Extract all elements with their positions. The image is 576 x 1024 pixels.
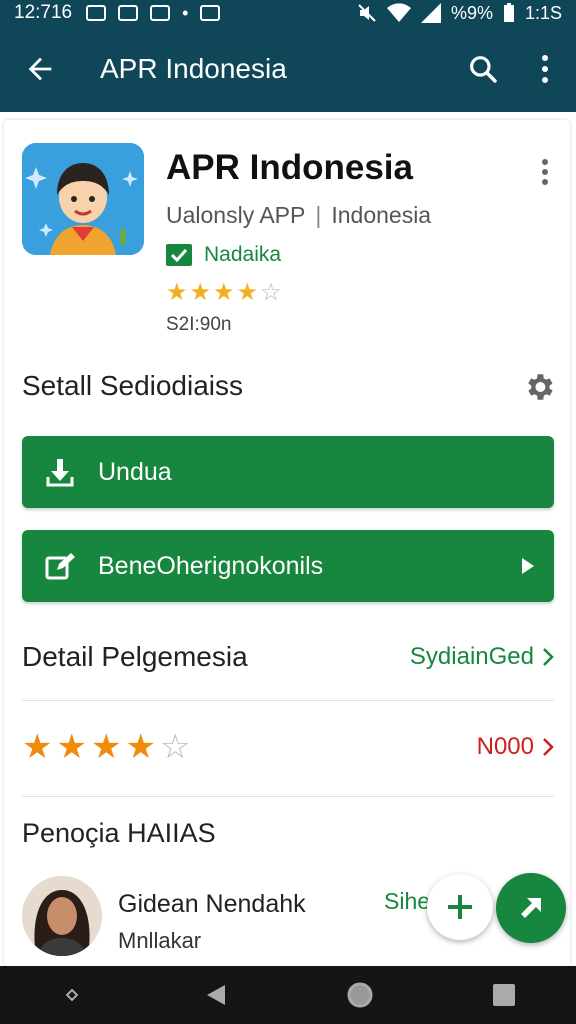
navigation-bar (0, 966, 576, 1024)
more-vert-icon (542, 159, 548, 185)
detail-label: Detail Pelgemesia (22, 641, 248, 672)
mute-icon (358, 4, 376, 22)
more-vert-icon (542, 55, 548, 83)
secondary-action-button[interactable]: BeneOherignokonils (22, 530, 554, 602)
edit-icon (22, 552, 98, 580)
star-icon: ★ (236, 279, 259, 306)
app-category[interactable]: Indonesia (331, 202, 431, 228)
wifi-icon (386, 3, 411, 23)
star-icon: ★ (189, 279, 212, 306)
star-outline-icon: ☆ (260, 279, 282, 306)
add-button[interactable] (427, 874, 493, 940)
arrow-up-right-icon (521, 898, 541, 918)
app-bar-title: APR Indonesia (100, 53, 287, 84)
rating-row[interactable]: ★ ★ ★ ★ ☆ N000 (22, 720, 554, 774)
notification-image-icon (118, 5, 139, 21)
download-button[interactable]: Undua (22, 436, 554, 508)
star-outline-icon: ☆ (159, 728, 191, 766)
reviewer-subtitle: Mnllakar (118, 928, 202, 953)
notification-cloud-icon (200, 5, 221, 21)
star-icon: ★ (90, 728, 122, 766)
app-subtitle: Ualonsly APP | Indonesia (166, 202, 432, 228)
status-bar: 12:716 • %9% 1:1S (0, 0, 576, 26)
search-icon (470, 56, 497, 83)
verified-badge: Nadaika (166, 243, 281, 267)
nav-back-button[interactable] (186, 966, 246, 1024)
detail-link[interactable]: SydiainGed (410, 643, 534, 671)
divider (22, 796, 554, 797)
nav-home-button[interactable] (330, 966, 390, 1024)
reviewer-avatar (22, 876, 102, 956)
battery-icon (503, 3, 514, 22)
divider (22, 700, 554, 701)
app-developer[interactable]: Ualonsly APP (166, 202, 305, 228)
battery-percent: %9% (450, 2, 493, 23)
app-bar: APR Indonesia (0, 26, 576, 112)
app-name: APR Indonesia (166, 148, 413, 187)
download-icon (22, 457, 98, 487)
app-size: S2I:90n (166, 314, 232, 335)
reviewer-action[interactable]: Sihe (384, 888, 430, 915)
reviewer-name: Gidean Nendahk (118, 890, 306, 918)
check-icon (166, 244, 192, 266)
plus-icon (448, 895, 472, 919)
settings-button[interactable] (522, 370, 556, 404)
gear-icon (528, 374, 553, 400)
detail-row[interactable]: Detail Pelgemesia SydiainGed (22, 630, 554, 684)
chevron-right-icon (543, 738, 554, 756)
circle-home-icon (347, 982, 373, 1008)
back-button[interactable] (0, 26, 80, 112)
notification-app-icon (150, 5, 171, 21)
signal-icon (420, 3, 441, 23)
share-fab[interactable] (496, 873, 566, 943)
download-label: Undua (98, 457, 172, 486)
app-more-button[interactable] (530, 154, 560, 190)
triangle-back-icon (207, 985, 225, 1005)
square-recents-icon (493, 984, 515, 1006)
badge-label: Nadaika (204, 243, 282, 266)
notification-photo-icon (86, 5, 107, 21)
star-icon: ★ (56, 728, 87, 766)
overflow-menu-button[interactable] (514, 26, 576, 112)
app-icon (22, 143, 144, 255)
status-clock-right: 1:1S (524, 2, 562, 23)
star-icon: ★ (125, 728, 156, 766)
notification-icons: • (86, 3, 221, 23)
app-rating-stars: ★ ★ ★ ★ ☆ (166, 278, 282, 307)
secondary-label: BeneOherignokonils (98, 551, 324, 580)
star-icon: ★ (213, 279, 235, 306)
nav-extra-button[interactable] (42, 966, 102, 1024)
rating-stars: ★ ★ ★ ★ ☆ (22, 727, 477, 767)
arrow-back-icon (28, 57, 52, 81)
reviews-title: Penoçia HAIIAS (22, 818, 216, 848)
nav-recents-button[interactable] (474, 966, 534, 1024)
star-icon: ★ (22, 728, 53, 766)
notification-dot-icon: • (182, 3, 189, 23)
play-arrow-icon (502, 557, 554, 575)
diamond-icon (66, 989, 78, 1001)
status-time: 12:716 (14, 2, 73, 23)
chevron-right-icon (543, 648, 554, 666)
section-title-settings: Setall Sediodiaiss (22, 370, 244, 401)
search-button[interactable] (452, 26, 514, 112)
star-icon: ★ (166, 279, 188, 306)
rating-count: N000 (476, 733, 534, 760)
